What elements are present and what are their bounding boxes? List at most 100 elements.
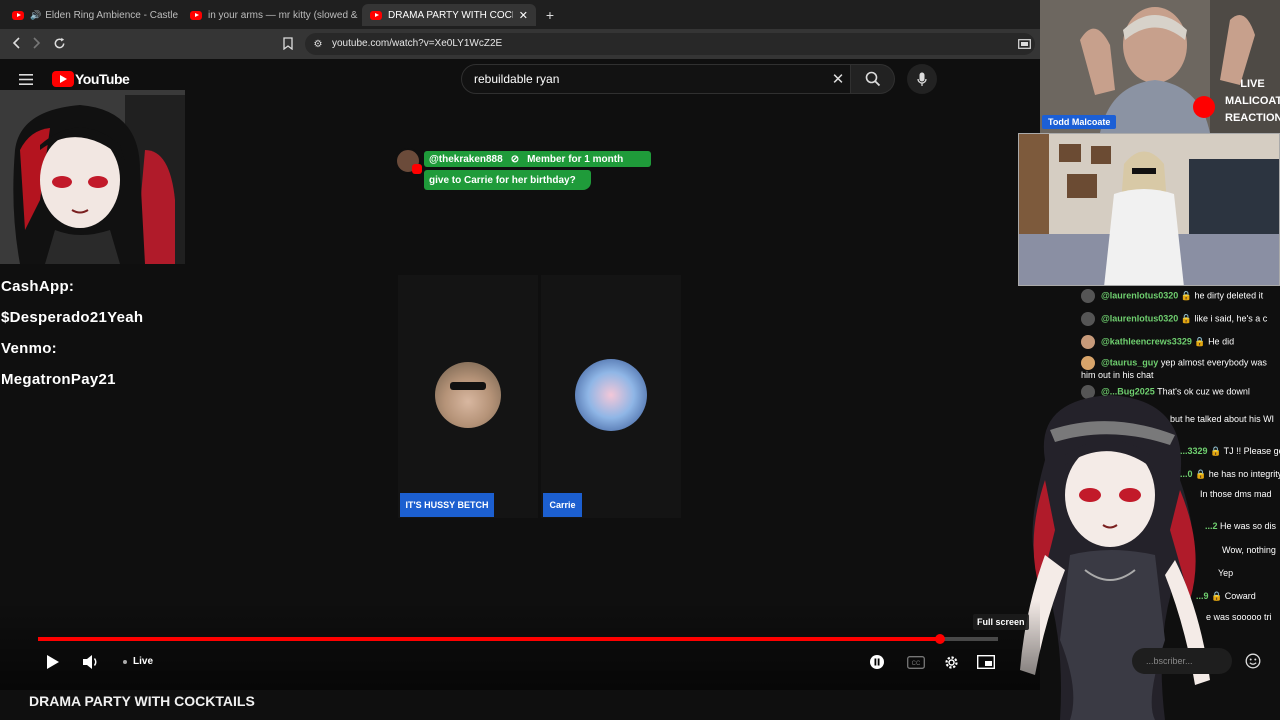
live-label-line: REACTION bbox=[1225, 112, 1280, 124]
volume-icon bbox=[83, 655, 97, 669]
chat-input-placeholder: ...bscriber... bbox=[1146, 656, 1193, 666]
tab-title: DRAMA PARTY WITH COCKTAILS bbox=[388, 9, 513, 21]
play-icon bbox=[47, 655, 59, 669]
close-tab-icon[interactable]: ✕ bbox=[519, 9, 528, 22]
autoplay-toggle[interactable] bbox=[869, 654, 885, 670]
chat-text: Wow, nothing bbox=[1222, 545, 1276, 555]
chat-avatar bbox=[1081, 356, 1095, 370]
guest-video-frame bbox=[1018, 133, 1280, 286]
new-tab-icon[interactable]: + bbox=[540, 4, 560, 26]
tab-mr-kitty[interactable]: in your arms — mr kitty (slowed & re bbox=[182, 4, 360, 26]
reload-icon[interactable] bbox=[51, 35, 67, 51]
chat-text: Coward bbox=[1224, 591, 1256, 601]
miniplayer-button[interactable] bbox=[976, 654, 996, 670]
tab-drama-party[interactable]: DRAMA PARTY WITH COCKTAILS ✕ bbox=[362, 4, 536, 26]
back-icon[interactable] bbox=[8, 35, 24, 51]
hamburger-menu-icon[interactable] bbox=[17, 71, 35, 87]
donation-line: Venmo: bbox=[1, 340, 57, 357]
progress-bar[interactable] bbox=[38, 634, 998, 644]
choice-button-carrie[interactable]: Carrie bbox=[543, 493, 582, 517]
chat-text: like i said, he's a c bbox=[1194, 313, 1268, 324]
member-message-bubble: give to Carrie for her birthday? bbox=[424, 170, 591, 190]
clear-search-icon[interactable]: ✕ bbox=[830, 71, 846, 88]
chat-username[interactable]: @taurus_guy bbox=[1101, 357, 1158, 367]
live-reaction-label: LIVE MALICOATE REACTION bbox=[1225, 76, 1280, 127]
chat-text: He was so dis bbox=[1220, 521, 1277, 531]
youtube-logo-icon[interactable] bbox=[52, 71, 74, 87]
captions-button[interactable]: CC bbox=[906, 654, 926, 670]
verified-check-icon: ⊘ bbox=[510, 153, 520, 165]
youtube-favicon-icon bbox=[12, 10, 24, 20]
live-text: Live bbox=[133, 656, 154, 667]
youtube-favicon-icon bbox=[370, 10, 382, 20]
donation-line: $Desperado21Yeah bbox=[1, 309, 144, 326]
search-button[interactable] bbox=[851, 64, 895, 94]
chat-text: TJ !! Please ge bbox=[1223, 446, 1280, 456]
member-badge-text: Member for 1 month bbox=[527, 153, 624, 165]
member-handle: @thekraken888 bbox=[429, 153, 503, 165]
url-text[interactable]: youtube.com/watch?v=Xe0LY1WcZ2E bbox=[332, 38, 502, 49]
search-box[interactable]: ✕ bbox=[461, 64, 851, 94]
vtuber-avatar-overlay bbox=[0, 90, 185, 264]
donation-info: CashApp: $Desperado21Yeah Venmo: Megatro… bbox=[1, 271, 143, 395]
search-icon bbox=[865, 71, 880, 87]
donation-line: CashApp: bbox=[1, 278, 75, 295]
emoji-icon bbox=[1245, 653, 1261, 669]
site-info-icon[interactable]: ⚙ bbox=[312, 37, 324, 51]
microphone-icon bbox=[917, 72, 927, 86]
video-title: DRAMA PARTY WITH COCKTAILS bbox=[29, 693, 255, 709]
member-message-text: give to Carrie for her birthday? bbox=[429, 174, 576, 186]
tab-elden-ring[interactable]: 🔊 Elden Ring Ambience - Castle bbox=[4, 4, 182, 26]
pause-toggle-icon bbox=[870, 655, 884, 669]
choice-button-hussy[interactable]: IT'S HUSSY BETCH bbox=[400, 493, 494, 517]
youtube-logo-text[interactable]: YouTube bbox=[75, 71, 130, 87]
member-header-bubble: @thekraken888 ⊘ Member for 1 month bbox=[424, 151, 651, 167]
chat-text: he dirty deleted it bbox=[1194, 290, 1264, 301]
chat-text: He did bbox=[1208, 336, 1235, 347]
gear-icon bbox=[944, 655, 958, 669]
chat-avatar bbox=[1081, 312, 1095, 326]
chat-message: @laurenlotus0320 🔒 he dirty deleted it bbox=[1081, 289, 1280, 303]
chat-username[interactable]: @kathleencrews3329 bbox=[1101, 336, 1192, 346]
volume-button[interactable] bbox=[80, 651, 102, 673]
search-input[interactable] bbox=[472, 70, 772, 88]
vtuber-character-image bbox=[0, 90, 185, 264]
chat-message: Wow, nothing bbox=[1222, 545, 1280, 555]
chat-message: @taurus_guy yep almost everybody was him… bbox=[1081, 356, 1271, 381]
chat-message: @kathleencrews3329 🔒 He did bbox=[1081, 335, 1280, 349]
webcam-todd: Todd Malcoate LIVE MALICOATE REACTION bbox=[1040, 0, 1280, 133]
tab-title: in your arms — mr kitty (slowed & re bbox=[208, 9, 360, 21]
emoji-button[interactable] bbox=[1243, 652, 1263, 670]
bookmark-icon[interactable] bbox=[281, 35, 295, 51]
live-dot-icon bbox=[1193, 96, 1215, 118]
chat-text: Yep bbox=[1218, 568, 1234, 578]
speaker-icon: 🔊 bbox=[30, 9, 42, 20]
chat-message: Yep bbox=[1218, 568, 1280, 578]
chat-username[interactable]: @laurenlotus0320 bbox=[1101, 313, 1178, 323]
voice-search-button[interactable] bbox=[907, 64, 937, 94]
live-indicator[interactable]: Live bbox=[123, 656, 153, 667]
chat-input[interactable]: ...bscriber... bbox=[1132, 648, 1232, 674]
controls-gradient bbox=[0, 600, 1040, 690]
chat-username[interactable]: @laurenlotus0320 bbox=[1101, 290, 1178, 300]
progress-fill bbox=[38, 637, 941, 641]
live-label-line: LIVE bbox=[1240, 78, 1265, 90]
live-label-line: MALICOATE bbox=[1225, 95, 1280, 107]
chat-avatar bbox=[1081, 335, 1095, 349]
svg-text:CC: CC bbox=[912, 661, 921, 667]
guest-video-image bbox=[1019, 134, 1279, 285]
cast-icon[interactable] bbox=[1016, 37, 1032, 51]
miniplayer-icon bbox=[977, 655, 995, 669]
fullscreen-tooltip: Full screen bbox=[973, 614, 1029, 630]
forward-icon[interactable] bbox=[29, 35, 45, 51]
webcam-name-tag: Todd Malcoate bbox=[1042, 115, 1117, 129]
tab-bar: 🔊 Elden Ring Ambience - Castle in your a… bbox=[0, 0, 1040, 29]
sunglasses-icon bbox=[450, 382, 486, 390]
settings-button[interactable] bbox=[942, 653, 960, 671]
tab-title: Elden Ring Ambience - Castle bbox=[45, 9, 179, 21]
live-dot-icon bbox=[123, 659, 127, 664]
cc-icon: CC bbox=[907, 655, 925, 669]
youtube-favicon-icon bbox=[190, 10, 202, 20]
donation-line: MegatronPay21 bbox=[1, 371, 116, 388]
play-button[interactable] bbox=[42, 651, 64, 673]
